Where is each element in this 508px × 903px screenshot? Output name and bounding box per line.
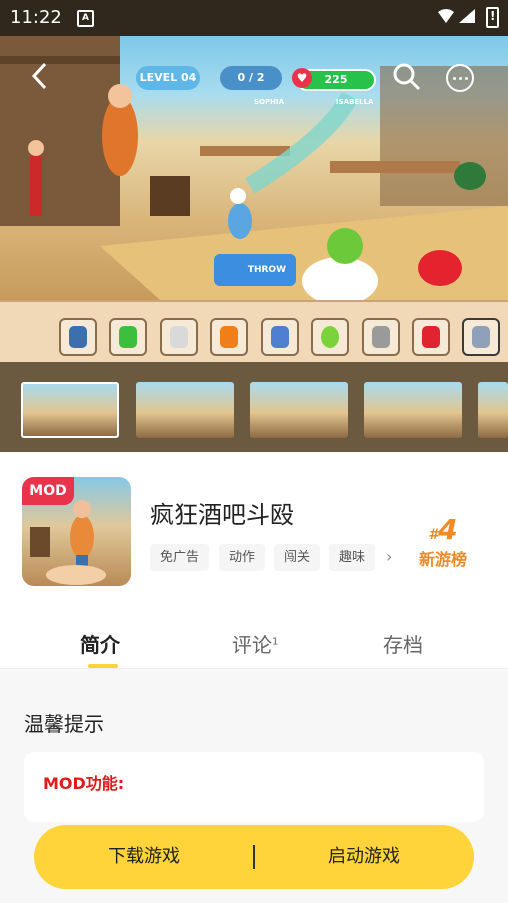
tag-item[interactable]: 动作 xyxy=(219,544,266,571)
ball-icon[interactable] xyxy=(311,318,349,356)
notification-icon: A xyxy=(77,10,94,27)
thumbnail-3[interactable] xyxy=(250,382,348,438)
rank-badge[interactable]: #4 新游榜 xyxy=(412,513,474,570)
throw-button[interactable]: THROW xyxy=(214,254,296,286)
app-title: 疯狂酒吧斗殴 xyxy=(150,501,294,529)
slippers-icon[interactable] xyxy=(462,318,500,356)
chevron-right-icon[interactable]: › xyxy=(386,547,392,566)
player-name-1: SOPHIA xyxy=(254,98,285,106)
tag-item[interactable]: 免广告 xyxy=(150,544,210,571)
thumbnail-5[interactable] xyxy=(478,382,508,438)
thumbnail-2[interactable] xyxy=(136,382,234,438)
level-indicator: LEVEL 04 xyxy=(136,66,200,90)
download-button[interactable]: 下载游戏 xyxy=(34,825,254,889)
tag-item[interactable]: 趣味 xyxy=(329,544,376,571)
launch-button[interactable]: 启动游戏 xyxy=(254,825,474,889)
battery-icon xyxy=(486,7,499,28)
tag-item[interactable]: 闯关 xyxy=(274,544,321,571)
cup-icon[interactable] xyxy=(160,318,198,356)
more-options-icon[interactable] xyxy=(446,64,474,92)
tab-intro[interactable]: 简介 xyxy=(80,629,120,658)
tab-comments[interactable]: 评论1 xyxy=(232,629,278,658)
bucket-icon[interactable] xyxy=(109,318,147,356)
rank-number: 4 xyxy=(438,513,458,546)
back-arrow-icon[interactable] xyxy=(30,62,50,90)
thumbnail-1[interactable] xyxy=(21,382,119,438)
bottle-icon[interactable] xyxy=(59,318,97,356)
vase-icon[interactable] xyxy=(261,318,299,356)
spatula-icon[interactable] xyxy=(362,318,400,356)
search-icon[interactable] xyxy=(392,62,422,92)
wifi-icon xyxy=(438,9,454,23)
comments-count: 1 xyxy=(272,636,279,648)
mod-feature-label: MOD功能: xyxy=(43,774,125,793)
rank-hash: # xyxy=(428,527,439,543)
tab-saves[interactable]: 存档 xyxy=(383,629,423,658)
players-counter: 0 / 2 xyxy=(220,66,282,90)
potion-icon[interactable] xyxy=(412,318,450,356)
thumbnail-4[interactable] xyxy=(364,382,462,438)
player-name-2: ISABELLA xyxy=(336,98,374,106)
app-icon: MOD xyxy=(22,477,131,586)
status-time: 11:22 xyxy=(10,7,62,28)
rank-label: 新游榜 xyxy=(418,550,467,569)
mod-badge: MOD xyxy=(22,477,74,505)
fish-icon[interactable] xyxy=(210,318,248,356)
signal-icon xyxy=(459,9,475,23)
tips-title: 温馨提示 xyxy=(24,712,104,736)
heart-icon: ♥ xyxy=(292,68,312,88)
tab-comments-label: 评论 xyxy=(232,633,272,657)
